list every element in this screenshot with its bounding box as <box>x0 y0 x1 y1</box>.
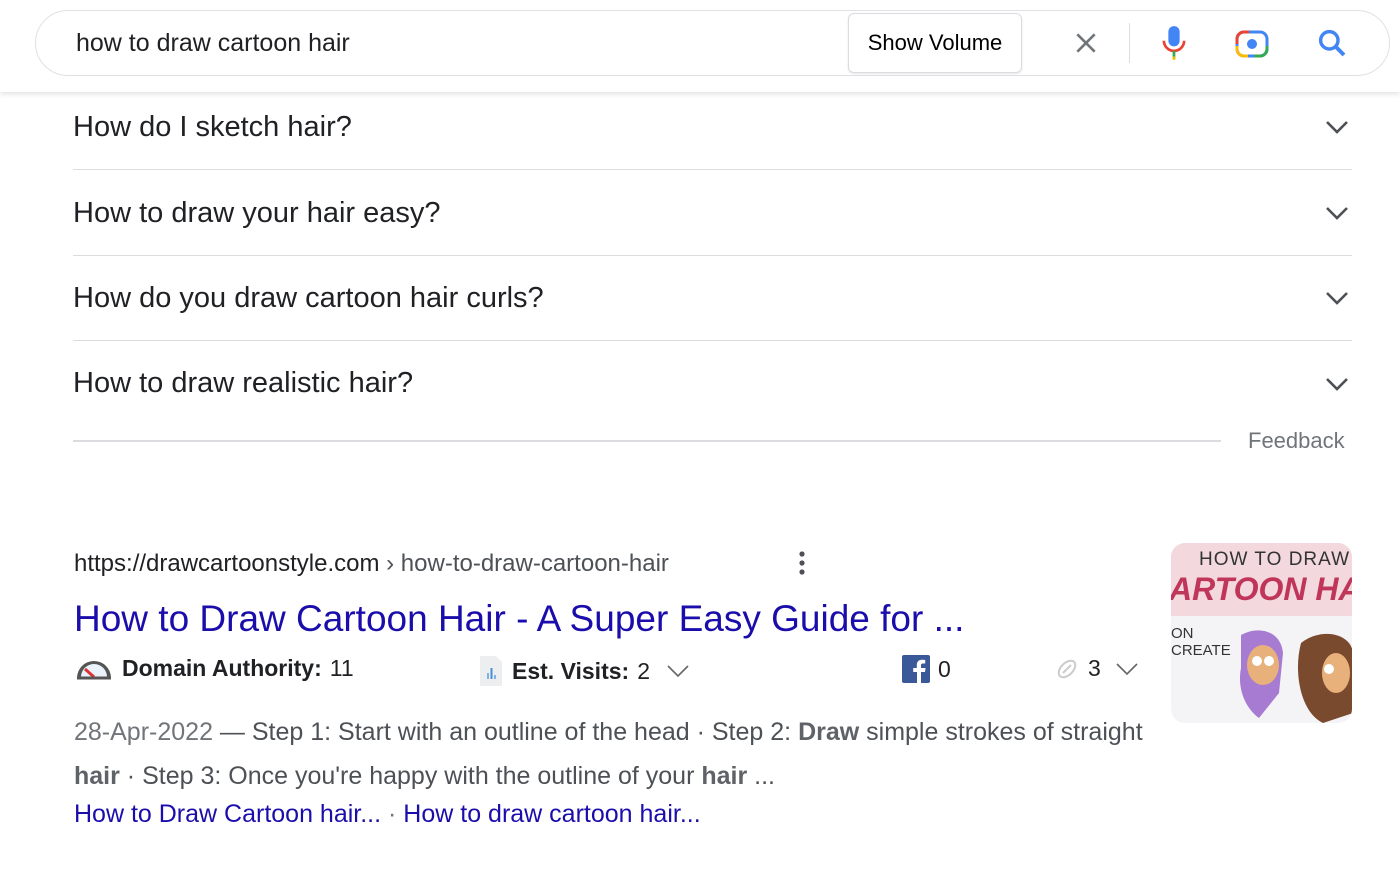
result-url[interactable]: https://drawcartoonstyle.com › how-to-dr… <box>74 550 669 578</box>
thumbnail-text: ARTOON HAI <box>1171 571 1352 607</box>
backlinks[interactable]: 3 <box>1054 655 1139 682</box>
faq-question: How do I sketch hair? <box>73 110 352 143</box>
sitelink-separator: · <box>381 800 404 828</box>
feedback-link[interactable]: Feedback <box>1248 428 1345 454</box>
divider <box>1129 23 1130 63</box>
domain-authority-value: 11 <box>329 655 354 681</box>
facebook-count: 0 <box>938 655 951 682</box>
backlinks-count: 3 <box>1088 655 1101 681</box>
faq-item[interactable]: How to draw realistic hair? <box>73 341 1352 426</box>
chevron-down-icon <box>1322 369 1352 399</box>
snippet-highlight: Draw <box>798 718 860 746</box>
sitelink[interactable]: How to Draw Cartoon hair... <box>74 800 381 828</box>
cartoon-illustration <box>1239 630 1352 723</box>
faq-question: How to draw your hair easy? <box>73 196 441 229</box>
chevron-down-icon <box>1322 198 1352 228</box>
snippet-text: ... <box>747 762 776 790</box>
faq-question: How do you draw cartoon hair curls? <box>73 281 544 314</box>
est-visits[interactable]: Est. Visits: 2 <box>478 655 690 687</box>
result-title-link[interactable]: How to Draw Cartoon Hair - A Super Easy … <box>74 598 964 640</box>
camera-lens-icon[interactable] <box>1232 23 1272 63</box>
domain-authority: Domain Authority: 11 <box>74 655 354 682</box>
snippet-highlight: hair <box>701 762 748 790</box>
chart-file-icon <box>480 656 502 686</box>
microphone-icon[interactable] <box>1154 23 1194 63</box>
faq-item[interactable]: How to draw your hair easy? <box>73 171 1352 256</box>
chevron-down-icon <box>1322 283 1352 313</box>
search-icon[interactable] <box>1312 23 1352 63</box>
result-snippet: 28-Apr-2022 — Step 1: Start with an outl… <box>74 710 1144 798</box>
divider <box>73 440 1221 442</box>
gauge-icon <box>77 660 111 679</box>
chevron-down-icon[interactable] <box>1115 662 1139 676</box>
snippet-text: — Step 1: Start with an outline of the h… <box>212 718 799 746</box>
result-date: 28-Apr-2022 <box>74 718 213 746</box>
chevron-down-icon <box>1322 112 1352 142</box>
more-options-icon[interactable] <box>790 548 814 578</box>
snippet-text: · Step 3: Once you're happy with the out… <box>119 762 702 790</box>
chevron-down-icon[interactable] <box>666 664 690 678</box>
link-icon <box>1057 659 1077 678</box>
search-header: Show Volume <box>0 0 1400 92</box>
domain-authority-label: Domain Authority: <box>122 655 322 681</box>
search-input[interactable] <box>76 25 836 61</box>
faq-question: How to draw realistic hair? <box>73 367 414 399</box>
show-volume-button[interactable]: Show Volume <box>848 13 1022 73</box>
facebook-icon <box>902 655 930 683</box>
result-thumbnail[interactable]: HOW TO DRAW ARTOON HAI ONCREATE <box>1171 543 1352 723</box>
sitelinks: How to Draw Cartoon hair... · How to dra… <box>74 800 701 829</box>
est-visits-label: Est. Visits: <box>512 657 630 684</box>
snippet-highlight: hair <box>74 762 120 790</box>
url-path: › how-to-draw-cartoon-hair <box>379 550 669 577</box>
thumbnail-text: HOW TO DRAW <box>1199 549 1351 570</box>
faq-item[interactable]: How do I sketch hair? <box>73 85 1352 170</box>
clear-icon[interactable] <box>1066 23 1106 63</box>
faq-item[interactable]: How do you draw cartoon hair curls? <box>73 256 1352 341</box>
url-host: https://drawcartoonstyle.com <box>74 550 380 577</box>
est-visits-value: 2 <box>637 657 650 684</box>
sitelink[interactable]: How to draw cartoon hair... <box>403 800 700 828</box>
search-box: Show Volume <box>35 10 1390 76</box>
facebook-shares: 0 <box>902 655 951 683</box>
snippet-text: simple strokes of straight <box>859 718 1143 746</box>
